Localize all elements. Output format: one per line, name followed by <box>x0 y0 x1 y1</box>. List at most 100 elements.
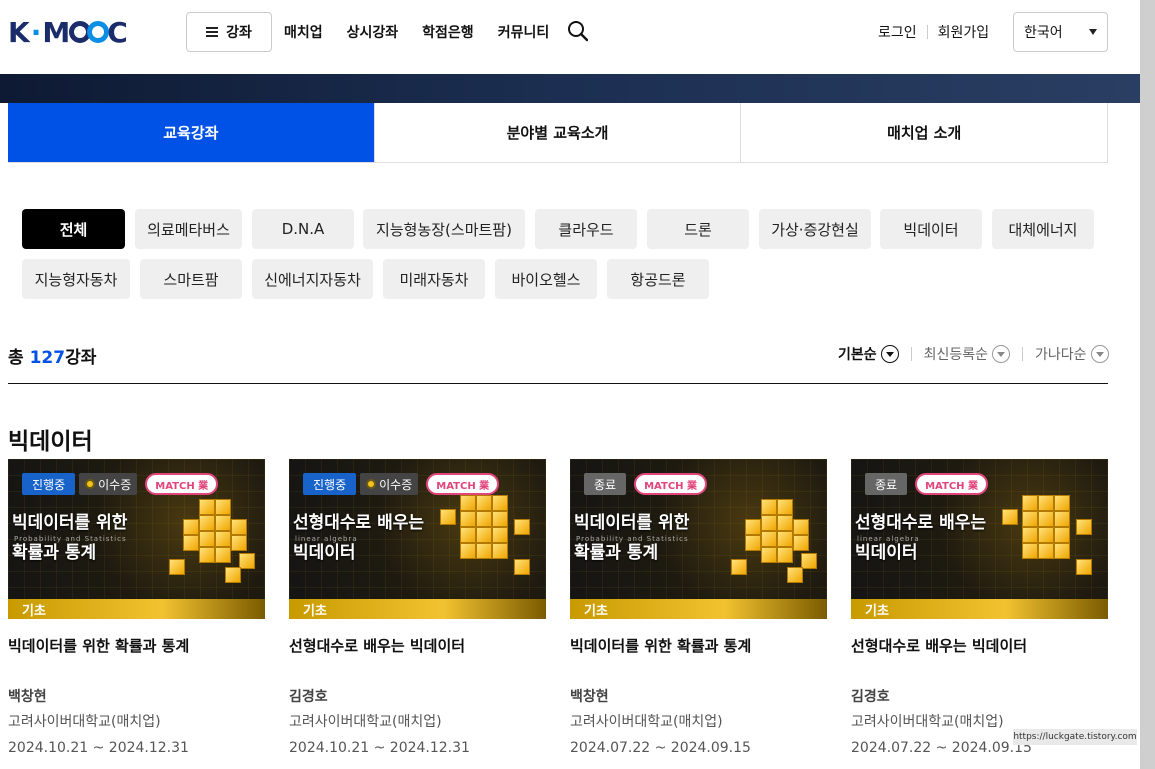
count-prefix: 총 <box>8 348 30 368</box>
sort-default[interactable]: 기본순 <box>838 344 899 364</box>
cube-graphic <box>731 559 747 575</box>
illustration <box>420 489 530 589</box>
course-title[interactable]: 선형대수로 배우는 빅데이터 <box>289 635 546 656</box>
cube-graphic <box>1022 511 1038 527</box>
badge-row: 진행중 이수증 MATCH 業 <box>22 473 219 495</box>
course-thumbnail[interactable]: 종료 MATCH 業 빅데이터를 위한 확률과 통계 Probability and S… <box>570 459 827 619</box>
course-card[interactable]: 종료 MATCH 業 빅데이터를 위한 확률과 통계 Probability and S… <box>570 459 827 756</box>
university-name: 고려사이버대학교(매치업) <box>289 714 442 730</box>
thumbnail-title-line: 확률과 통계 <box>12 543 97 563</box>
tab-matchup-intro[interactable]: 매치업 소개 <box>741 103 1109 162</box>
nav-item-always-course[interactable]: 상시강좌 <box>347 22 399 42</box>
course-thumbnail[interactable]: 진행중 이수증 MATCH 業 선형대수로 배우는 빅데이터 linear algebra… <box>289 459 546 619</box>
professor-name: 백창현 <box>570 689 609 705</box>
course-dates: 2024.10.21 ~ 2024.12.31 <box>8 740 189 756</box>
signup-link[interactable]: 회원가입 <box>938 22 990 42</box>
filter-chip[interactable]: 의료메타버스 <box>135 209 242 249</box>
university-name: 고려사이버대학교(매치업) <box>851 714 1004 730</box>
filter-chip[interactable]: 바이오헬스 <box>495 259 597 299</box>
certificate-badge: 이수증 <box>360 473 419 495</box>
filter-chip[interactable]: 항공드론 <box>607 259 709 299</box>
thumbnail-subtitle: linear algebra <box>295 535 358 543</box>
filter-chip[interactable]: 클라우드 <box>535 209 637 249</box>
cube-graphic <box>460 511 476 527</box>
level-badge: 기초 <box>851 599 1108 619</box>
count-suffix: 강좌 <box>65 348 97 368</box>
cube-graphic <box>777 499 793 515</box>
cube-graphic <box>183 519 199 535</box>
window-frame <box>1140 0 1155 769</box>
chevron-down-icon <box>1090 345 1109 363</box>
cube-graphic <box>1038 495 1054 511</box>
cube-graphic <box>1054 543 1070 559</box>
logo-dot: · <box>30 15 43 49</box>
logo-ring-icon <box>87 21 110 43</box>
course-card[interactable]: 종료 MATCH 業 선형대수로 배우는 빅데이터 linear algebra 기초 선형… <box>851 459 1108 756</box>
kmooc-logo[interactable]: K · M C <box>8 15 129 49</box>
course-menu-button[interactable]: 강좌 <box>186 12 272 52</box>
filter-chip[interactable]: 신에너지자동차 <box>252 259 373 299</box>
filter-chip[interactable]: D.N.A <box>252 209 354 249</box>
sort-label: 최신등록순 <box>923 347 989 363</box>
tab-courses[interactable]: 교육강좌 <box>8 103 375 162</box>
course-title[interactable]: 선형대수로 배우는 빅데이터 <box>851 635 1108 656</box>
sort-alphabetical[interactable]: 가나다순 <box>1035 344 1109 364</box>
caret-down-icon <box>1089 29 1097 35</box>
main-nav: 매치업 상시강좌 학점은행 커뮤니티 <box>284 22 549 42</box>
cube-graphic <box>492 543 508 559</box>
login-link[interactable]: 로그인 <box>878 22 917 42</box>
status-badge: 진행중 <box>303 473 357 495</box>
cube-graphic <box>476 527 492 543</box>
divider <box>910 347 912 361</box>
filter-chip[interactable]: 빅데이터 <box>880 209 982 249</box>
nav-item-credit-bank[interactable]: 학점은행 <box>422 22 474 42</box>
logo-letter-c: C <box>107 15 129 49</box>
tab-field-intro[interactable]: 분야별 교육소개 <box>374 103 742 162</box>
filter-chip[interactable]: 스마트팜 <box>140 259 242 299</box>
cube-graphic <box>761 547 777 563</box>
filter-chip[interactable]: 미래자동차 <box>383 259 485 299</box>
filter-chip[interactable]: 대체에너지 <box>992 209 1094 249</box>
cube-graphic <box>476 495 492 511</box>
status-badge: 종료 <box>865 473 908 495</box>
thumbnail-subtitle: linear algebra <box>857 535 920 543</box>
filter-chip[interactable]: 가상·증강현실 <box>759 209 871 249</box>
course-count: 총 127강좌 <box>8 343 96 368</box>
filter-chip-all[interactable]: 전체 <box>22 209 125 249</box>
match-badge: MATCH 業 <box>145 473 219 495</box>
filter-chip[interactable]: 드론 <box>647 209 749 249</box>
nav-item-community[interactable]: 커뮤니티 <box>498 22 550 42</box>
thumbnail-title-line: 선형대수로 배우는 <box>855 513 987 533</box>
count-number: 127 <box>29 348 66 368</box>
cube-graphic <box>199 515 215 531</box>
course-card[interactable]: 진행중 이수증 MATCH 業 빅데이터를 위한 확률과 통계 Probability a… <box>8 459 265 756</box>
search-icon[interactable] <box>568 20 588 42</box>
badge-row: 종료 MATCH 業 <box>584 473 708 495</box>
course-title[interactable]: 빅데이터를 위한 확률과 통계 <box>8 635 265 656</box>
cube-graphic <box>183 535 199 551</box>
university-name: 고려사이버대학교(매치업) <box>570 714 723 730</box>
cube-graphic <box>492 527 508 543</box>
language-select[interactable]: 한국어 <box>1013 12 1108 52</box>
cube-graphic <box>801 553 817 569</box>
cube-graphic <box>761 499 777 515</box>
thumbnail-subtitle: Probability and Statistics <box>576 535 689 543</box>
filter-chip[interactable]: 지능형농장(스마트팜) <box>363 209 525 249</box>
cube-graphic <box>225 567 241 583</box>
cube-graphic <box>215 515 231 531</box>
divider <box>926 25 928 39</box>
course-card[interactable]: 진행중 이수증 MATCH 業 선형대수로 배우는 빅데이터 linear algebra… <box>289 459 546 756</box>
course-title[interactable]: 빅데이터를 위한 확률과 통계 <box>570 635 827 656</box>
filter-chip[interactable]: 지능형자동차 <box>22 259 130 299</box>
status-badge: 종료 <box>584 473 627 495</box>
cube-graphic <box>460 527 476 543</box>
sort-options: 기본순 최신등록순 가나다순 <box>838 344 1109 364</box>
cube-graphic <box>745 535 761 551</box>
cube-graphic <box>440 509 456 525</box>
course-thumbnail[interactable]: 진행중 이수증 MATCH 業 빅데이터를 위한 확률과 통계 Probability a… <box>8 459 265 619</box>
certificate-badge: 이수증 <box>79 473 138 495</box>
sort-latest[interactable]: 최신등록순 <box>923 344 1011 364</box>
course-thumbnail[interactable]: 종료 MATCH 業 선형대수로 배우는 빅데이터 linear algebra 기초 <box>851 459 1108 619</box>
nav-item-matchup[interactable]: 매치업 <box>284 22 323 42</box>
thumbnail-title-line: 빅데이터를 위한 <box>574 513 690 533</box>
